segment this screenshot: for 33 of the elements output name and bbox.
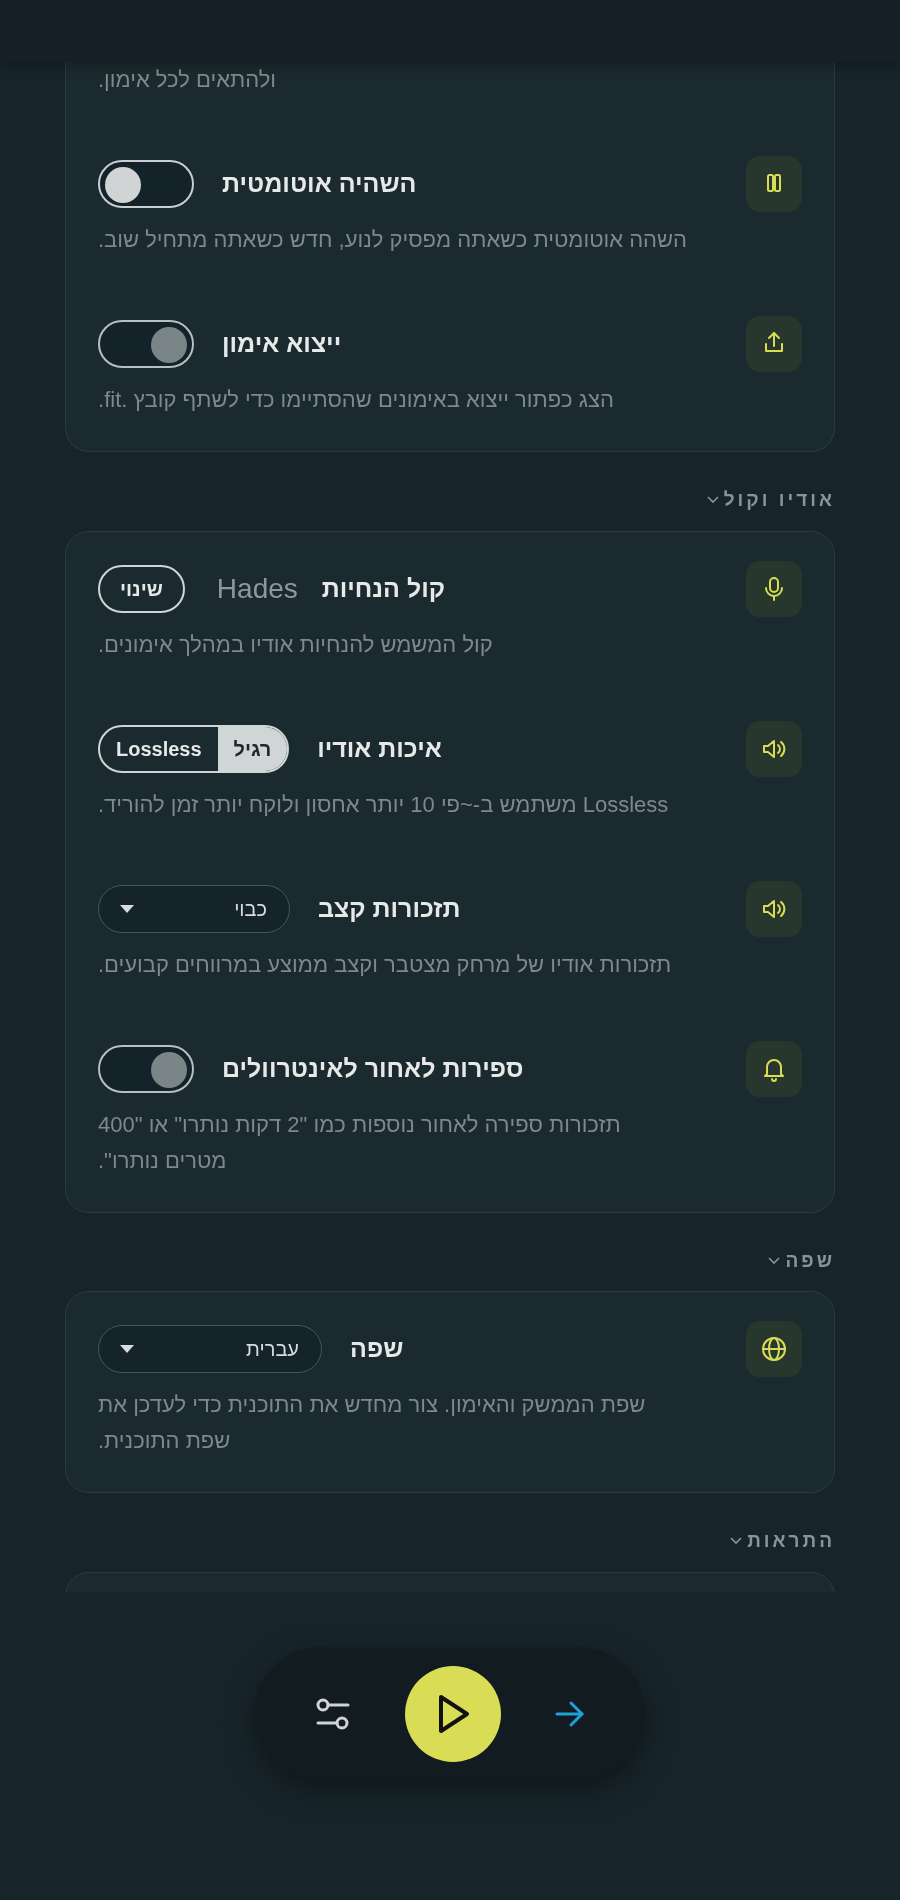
toggle-switch[interactable]: [98, 1044, 194, 1093]
setting-title: איכות אודיו: [317, 732, 442, 764]
chevron-down-icon: [705, 495, 720, 506]
section-title: אודיו וקול: [723, 488, 835, 512]
toggle-switch[interactable]: [98, 320, 194, 368]
setting-description: הצג כפתור ייצוא באימונים שהסתיימו כדי לשתף קובץ .fit.: [98, 386, 615, 414]
section-title: שפה: [785, 1248, 835, 1273]
setting-title: שפה: [350, 1333, 404, 1365]
setting-title: קול הנחיות: [321, 572, 446, 604]
setting-title: השהיה אוטומטית: [222, 168, 417, 200]
caret-down-icon: [119, 903, 135, 914]
setting-description: תזכורות אודיו של מרחק מצטבר וקצב ממוצע במרווחים קבועים.: [98, 950, 673, 979]
segment-option[interactable]: Lossless: [100, 726, 218, 771]
change-voice-button[interactable]: שינוי: [98, 564, 185, 613]
globe-icon: [759, 1334, 789, 1364]
chevron-down-icon: [767, 1255, 782, 1266]
chevron-down-icon: [729, 1536, 744, 1547]
setting-description: קול המשמש להנחיות אודיו במהלך אימונים.: [98, 630, 494, 659]
setting-title: תזכורות קצב: [318, 892, 461, 924]
dropdown-select[interactable]: כבוי: [98, 884, 290, 933]
dropdown-select[interactable]: עברית: [98, 1325, 322, 1373]
setting-title: ייצוא אימון: [222, 328, 342, 360]
caret-down-icon: [119, 1344, 135, 1354]
voice-name: Hades: [216, 571, 298, 606]
setting-title: ספירות לאחור לאינטרוולים: [222, 1052, 524, 1084]
setting-description: תזכורות ספירה לאחור נוספות כמו "2 דקות נותרו" או "400 מטרים נותרו".: [98, 1110, 622, 1175]
setting-description: השהה אוטומטית כשאתה מפסיק לנוע, חדש כשאתה מתחיל שוב.: [98, 226, 688, 254]
setting-description: Lossless משתמש ב-~פי 10 יותר אחסון ולוקח יותר זמן להוריד.: [98, 790, 670, 819]
setting-description: שפת הממשק והאימון. צור מחדש את התוכנית כדי לעדכן את שפת התוכנית.: [98, 1391, 647, 1455]
setting-description: ולהתאים לכל אימון.: [98, 66, 278, 94]
section-title: התראות: [747, 1529, 835, 1553]
segment-option[interactable]: רגיל: [217, 726, 288, 771]
toggle-switch[interactable]: [98, 160, 194, 208]
